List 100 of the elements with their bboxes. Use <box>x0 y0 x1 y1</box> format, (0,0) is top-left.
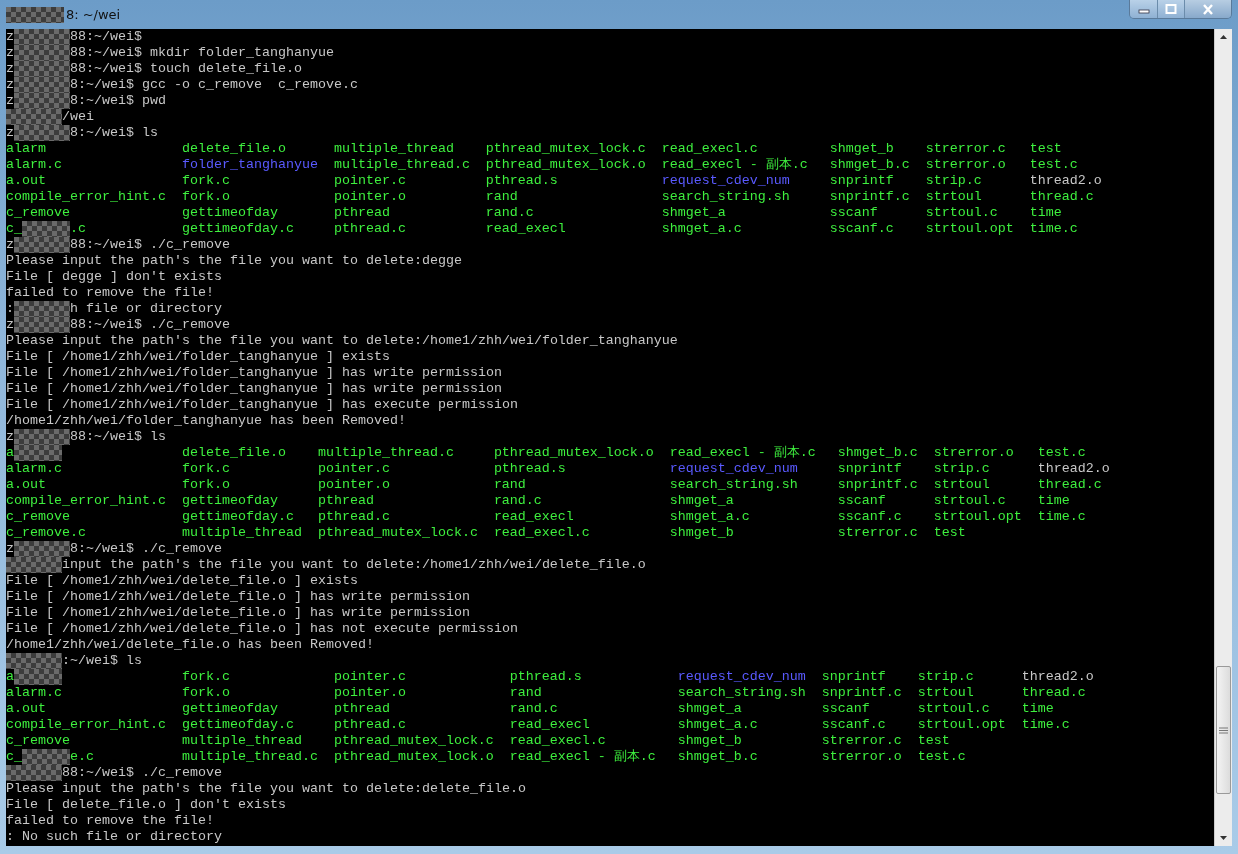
file-name: shmget_a <box>669 493 734 508</box>
scrollbar-thumb[interactable] <box>1216 666 1231 794</box>
file-name: c_remove <box>6 733 70 748</box>
file-name: a.out <box>6 477 46 492</box>
pixelated-patch <box>6 653 62 669</box>
file-name: multiple_thread.c <box>317 445 454 460</box>
file-name-fragment: a <box>6 445 14 460</box>
file-name: compile_error_hint.c <box>6 189 166 204</box>
file-name: test <box>917 733 950 748</box>
file-name: pointer.c <box>333 669 406 684</box>
file-name: strtoul.opt <box>917 717 1006 732</box>
pixelated-patch <box>6 557 62 573</box>
file-name: sscanf.c <box>821 717 886 732</box>
file-name: shmget_b <box>829 141 894 156</box>
file-name: request_cdev_num <box>669 461 798 476</box>
terminal-line-fragment: z <box>6 429 14 445</box>
minimize-button[interactable] <box>1130 0 1157 18</box>
file-name: thread2.o <box>1037 461 1110 476</box>
file-name: pointer.c <box>333 173 406 188</box>
terminal-line: File [ /home1/zhh/wei/delete_file.o ] has not execute permission <box>6 621 518 637</box>
terminal-line-fragment: z <box>6 93 14 109</box>
file-name: fork.c <box>181 173 230 188</box>
file-name: pthread_mutex_lock.o <box>485 157 646 172</box>
file-name: shmget_b <box>677 733 742 748</box>
terminal-line-fragment: z <box>6 45 14 61</box>
file-name: test.c <box>1037 445 1086 460</box>
file-name: rand.c <box>493 493 542 508</box>
file-name: read_execl.c <box>509 733 606 748</box>
file-name: strerror.o <box>925 157 1006 172</box>
maximize-button[interactable] <box>1157 0 1184 18</box>
pixelated-patch <box>14 317 70 333</box>
file-name: search_string.sh <box>661 189 790 204</box>
file-name: multiple_thread.c <box>333 157 470 172</box>
file-name: shmget_a.c <box>669 509 750 524</box>
file-name: strtoul <box>933 477 990 492</box>
file-name: shmget_b.c <box>837 445 918 460</box>
file-name: strip.c <box>925 173 982 188</box>
file-name: delete_file.o <box>181 445 286 460</box>
file-name: thread.c <box>1037 477 1102 492</box>
file-name: strerror.c <box>837 525 918 540</box>
file-name: a.out <box>6 701 46 716</box>
file-name: snprintf <box>837 461 902 476</box>
file-name: pthread_mutex_lock.o <box>333 749 494 764</box>
file-name: fork.o <box>181 685 230 700</box>
file-name: strip.c <box>933 461 990 476</box>
pixelated-patch <box>6 109 62 125</box>
pixelated-patch <box>14 445 62 461</box>
terminal-line: File [ /home1/zhh/wei/delete_file.o ] exists <box>6 573 358 589</box>
file-name: read_execl <box>493 509 574 524</box>
pixelated-patch <box>14 237 70 253</box>
file-name: rand.c <box>485 205 534 220</box>
terminal-line: File [ /home1/zhh/wei/folder_tanghanyue ] has write permission <box>6 365 502 381</box>
file-name: snprintf.c <box>829 189 910 204</box>
file-name: alarm.c <box>6 461 62 476</box>
file-name: c_remove <box>6 509 70 524</box>
terminal-line: 8:~/wei$ ls <box>70 125 158 141</box>
file-name: c_remove <box>6 205 70 220</box>
file-name: sscanf <box>829 205 878 220</box>
file-name: thread.c <box>1021 685 1086 700</box>
file-name: multiple_thread <box>181 733 302 748</box>
terminal-line-fragment: z <box>6 61 14 77</box>
file-name-fragment: c_ <box>6 221 22 236</box>
file-name: gettimeofday.c <box>181 717 294 732</box>
terminal-line: Please input the path's the file you want to delete:degge <box>6 253 462 269</box>
file-name: read_execl.c <box>493 525 590 540</box>
terminal-line-fragment: z <box>6 237 14 253</box>
file-name: folder_tanghanyue <box>181 157 318 172</box>
file-name: alarm.c <box>6 685 62 700</box>
file-name: strerror.o <box>933 445 1014 460</box>
file-name: pthread_mutex_lock.c <box>485 141 646 156</box>
window-title: 8: ~/wei <box>65 7 121 22</box>
file-name: shmget_a <box>677 701 742 716</box>
file-name: alarm <box>6 141 46 156</box>
file-name: sscanf.c <box>837 509 902 524</box>
file-name: shmget_a <box>661 205 726 220</box>
file-name: gettimeofday <box>181 205 278 220</box>
file-name: strerror.c <box>925 141 1006 156</box>
file-name: thread.c <box>1029 189 1094 204</box>
terminal-line: 88:~/wei$ ./c_remove <box>70 317 230 333</box>
file-name: strtoul.c <box>917 701 990 716</box>
file-name: pointer.o <box>333 189 406 204</box>
pixelated-patch <box>14 301 70 317</box>
terminal-line-fragment: z <box>6 317 14 333</box>
terminal-line: 8:~/wei$ gcc -o c_remove c_remove.c <box>70 77 358 93</box>
file-name: read_execl <box>485 221 566 236</box>
file-name: pointer.c <box>317 461 390 476</box>
file-name: pthread.c <box>317 509 390 524</box>
file-name: read_execl - 副本.c <box>661 157 808 172</box>
file-name: pthread_mutex_lock.c <box>317 525 478 540</box>
pixelated-patch <box>14 45 70 61</box>
close-button[interactable] <box>1184 0 1231 18</box>
file-name: time.c <box>1021 717 1070 732</box>
terminal-line: Please input the path's the file you want to delete:delete_file.o <box>6 781 526 797</box>
file-name: pthread.c <box>333 717 406 732</box>
terminal-line: 88:~/wei$ ls <box>70 429 166 445</box>
terminal-line-fragment: z <box>6 541 14 557</box>
file-name: snprintf.c <box>821 685 902 700</box>
file-name: snprintf <box>829 173 894 188</box>
file-name: thread2.o <box>1021 669 1094 684</box>
terminal-line-fragment: : <box>6 301 14 317</box>
